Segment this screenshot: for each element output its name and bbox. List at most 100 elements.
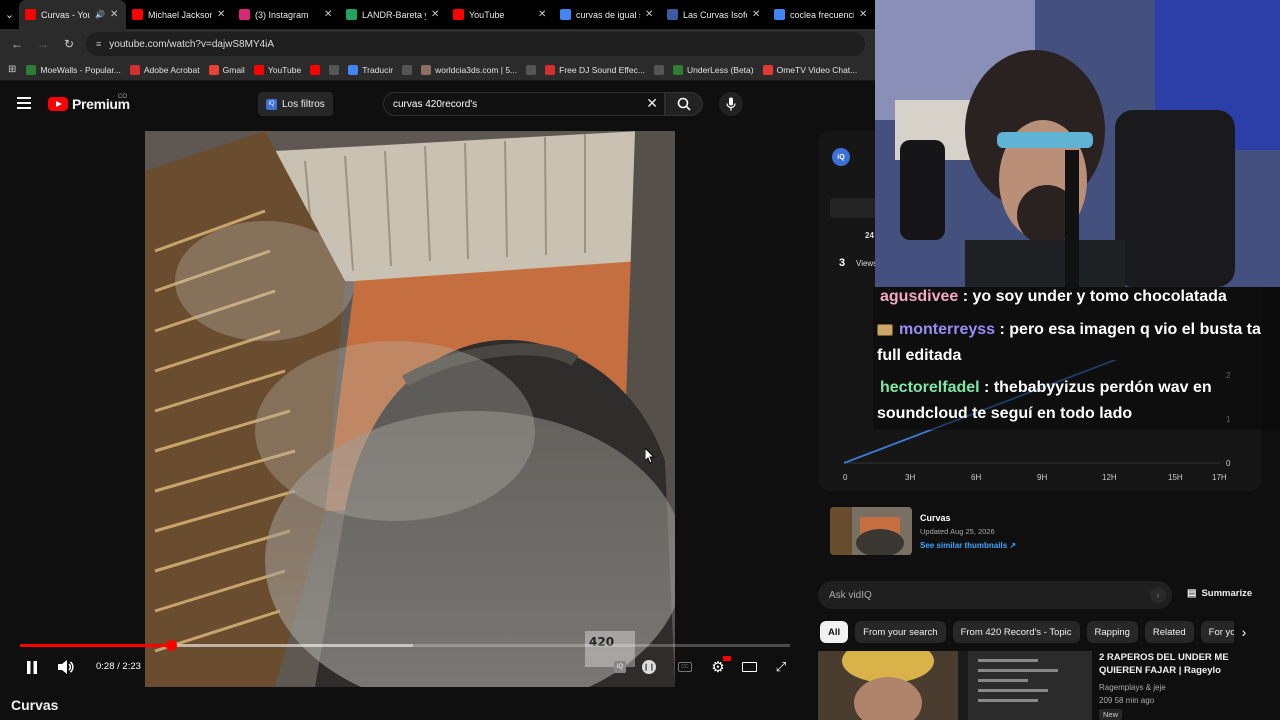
x-tick-label: 3H [905,473,916,482]
clear-search-icon[interactable]: ✕ [646,95,658,112]
close-tab-icon[interactable]: ✕ [217,9,227,20]
back-arrow-icon[interactable]: ← [8,37,26,51]
similar-thumbnails-link[interactable]: See similar thumbnails ↗ [920,541,1016,550]
tab-search-chevron-icon[interactable]: ⌄ [0,0,19,29]
bookmark-label: MoeWalls - Popular... [40,64,121,75]
tab-title: curvas de igual s [576,9,640,20]
filter-chip[interactable]: All [820,621,849,643]
youtube-header: Premium CO iQ Los filtros curvas 420reco… [0,82,875,126]
pause-button[interactable] [24,654,40,680]
chat-username[interactable]: agusdivee [880,288,958,305]
browser-tab[interactable]: Las Curvas Isofón ✕ [661,0,768,29]
filters-button[interactable]: iQ Los filtros [258,92,333,116]
chat-username[interactable]: monterreyss [899,321,995,338]
bookmark-item[interactable]: Free DJ Sound Effec... [545,64,645,75]
underless-icon [672,64,683,75]
bookmark-item[interactable]: worldcia3ds.com | 5... [421,64,517,75]
settings-button[interactable]: ⚙ [708,654,731,680]
captions-button[interactable]: CC [676,654,694,680]
thumbnail-image [830,507,912,555]
captions-icon: CC [678,662,692,672]
tab-list: Curvas - YouTu 🔊 ✕ Michael Jackson ✕ (3)… [19,0,875,29]
autoplay-toggle[interactable]: ❙❙ [640,654,658,680]
bookmark-item[interactable]: Traducir [348,64,393,75]
recommended-meta: 209 58 min ago [1099,696,1155,705]
browser-tab[interactable]: LANDR-Bareta y ✕ [340,0,447,29]
vidiq-player-button[interactable]: iQ [612,654,628,680]
menu-hamburger-icon[interactable] [17,97,31,109]
bookmark-item[interactable] [653,64,664,75]
browser-tab[interactable]: Michael Jackson ✕ [126,0,233,29]
ask-vidiq-input[interactable]: Ask vidIQ › [818,581,1172,609]
send-arrow-icon[interactable]: › [1150,587,1166,603]
bookmark-item[interactable]: Gmail [208,64,245,75]
chat-username[interactable]: hectorelfadel [880,379,980,396]
x-tick-label: 12H [1102,473,1117,482]
book-icon: ▤ [1187,588,1197,599]
forward-arrow-icon[interactable]: → [34,37,52,51]
filter-chip[interactable]: From 420 Record's - Topic [952,621,1080,643]
summarize-button[interactable]: ▤ Summarize [1187,588,1252,599]
dj-icon [545,64,556,75]
time-display: 0:28 / 2:23 [96,661,141,672]
site-info-icon[interactable]: ≡ [96,39,101,49]
video-player[interactable]: 420 [145,131,675,687]
bookmark-item[interactable] [526,64,537,75]
volume-button[interactable] [56,654,76,680]
bookmark-item[interactable] [402,64,413,75]
close-tab-icon[interactable]: ✕ [645,9,655,20]
seek-bar[interactable] [20,640,790,651]
bookmark-item[interactable]: MoeWalls - Popular... [26,64,121,75]
voice-search-button[interactable] [719,92,743,116]
vidiq-logo-icon[interactable]: iQ [832,148,850,166]
instagram-icon [239,9,250,20]
speaker-icon[interactable]: 🔊 [95,10,105,19]
chevron-right-icon[interactable]: › [1234,621,1254,643]
filter-chip[interactable]: Rapping [1086,621,1138,643]
browser-tab[interactable]: (3) Instagram ✕ [233,0,340,29]
pause-icon [27,660,37,674]
url-field[interactable]: ≡ youtube.com/watch?v=dajwS8MY4iA [86,32,865,56]
theater-mode-button[interactable] [740,654,758,680]
thumbnail-updated: Updated Aug 25, 2026 [920,527,995,536]
tab-title: Las Curvas Isofón [683,9,747,20]
filter-chip[interactable]: From your search [855,621,946,643]
thumbnail-preview[interactable] [830,507,912,555]
close-tab-icon[interactable]: ✕ [538,9,548,20]
seek-handle[interactable] [165,640,177,651]
youtube-icon [253,64,264,75]
browser-tab[interactable]: Curvas - YouTu 🔊 ✕ [19,0,126,29]
filter-chip[interactable]: Related [1144,621,1194,643]
close-tab-icon[interactable]: ✕ [752,9,762,20]
recommended-video-thumbnail[interactable] [818,651,1092,720]
close-tab-icon[interactable]: ✕ [110,9,120,20]
webcam-image [875,0,1280,287]
bookmark-item[interactable] [310,64,321,75]
reload-icon[interactable]: ↻ [60,37,78,51]
bookmark-item[interactable] [329,64,340,75]
browser-tab[interactable]: coclea frecuencia ✕ [768,0,875,29]
browser-tab[interactable]: YouTube ✕ [447,0,554,29]
search-input[interactable]: curvas 420record's ✕ [383,92,665,116]
apps-grid-icon[interactable]: ⊞ [8,64,16,75]
bookmark-item[interactable]: UnderLess (Beta) [672,64,754,75]
search-button[interactable] [665,92,703,116]
close-tab-icon[interactable]: ✕ [431,9,441,20]
recommended-video-title[interactable]: 2 RAPEROS DEL UNDER ME QUIEREN FAJAR | R… [1099,651,1269,677]
url-text: youtube.com/watch?v=dajwS8MY4iA [109,38,275,50]
close-tab-icon[interactable]: ✕ [324,9,334,20]
bookmark-item[interactable]: YouTube [253,64,301,75]
browser-tab[interactable]: curvas de igual s ✕ [554,0,661,29]
chat-badge-icon [877,323,893,336]
bookmark-item[interactable]: OmeTV Video Chat... [762,64,857,75]
youtube-icon [25,9,36,20]
microphone-icon [726,97,736,111]
fullscreen-button[interactable]: ⤢ [772,654,790,680]
tab-title: Curvas - YouTu [41,9,91,20]
close-tab-icon[interactable]: ✕ [859,9,869,20]
recommended-channel[interactable]: Ragemplays & jeje [1099,683,1166,692]
recommended-thumbnail-image [818,651,1092,720]
stream-chat: agusdivee : yo soy under y tomo chocolat… [873,287,1280,430]
bookmark-item[interactable]: Adobe Acrobat [129,64,200,75]
stat-24: 24 [865,231,874,240]
